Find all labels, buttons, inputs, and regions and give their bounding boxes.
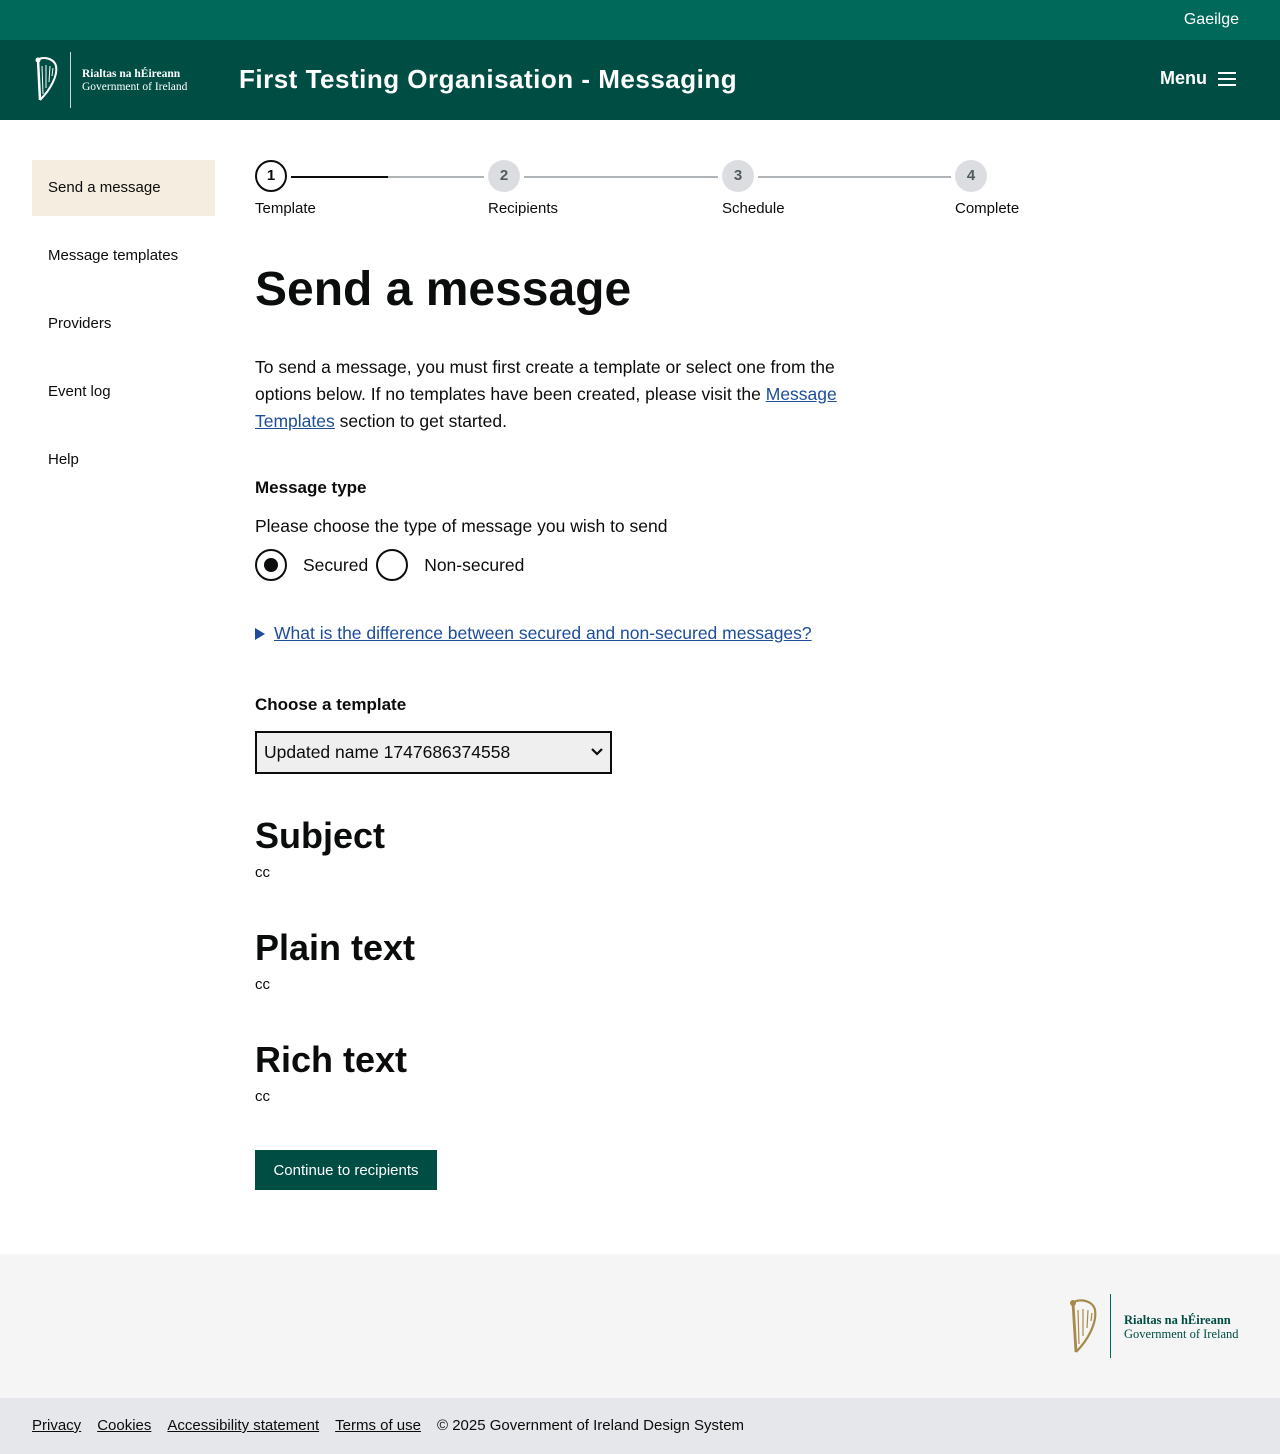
step-3-label: Schedule [722,200,785,217]
rich-text-heading: Rich text [255,1039,408,1080]
intro-paragraph: To send a message, you must first create… [255,354,895,435]
plain-text-heading: Plain text [255,927,416,968]
message-type-radio-group: Secured Non-secured [255,549,532,581]
plain-text-value: cc [255,976,270,993]
subject-heading: Subject [255,815,386,856]
disclosure-triangle-icon [255,627,265,640]
footer-links: Privacy Cookies Accessibility statement … [32,1417,744,1434]
intro-text-before: To send a message, you must first create… [255,357,835,404]
logo-divider [70,52,71,108]
step-2-label: Recipients [488,200,559,217]
footer-link-terms[interactable]: Terms of use [335,1417,421,1434]
sidebar-item-message-templates[interactable]: Message templates [32,228,215,284]
menu-label: Menu [1160,68,1207,88]
footer-government-logo[interactable]: Rialtas na hÉireann Government of Irelan… [1066,1294,1256,1358]
menu-button[interactable]: Menu [1160,68,1237,89]
step-4-number: 4 [955,160,987,192]
radio-non-secured-label[interactable]: Non-secured [424,555,524,576]
step-1-number: 1 [255,160,287,192]
template-select-value: Updated name 1747686374558 [264,742,511,762]
step-3-number: 3 [722,160,754,192]
template-select[interactable]: Updated name 1747686374558 [255,731,612,774]
site-header: Rialtas na hÉireann Government of Irelan… [0,40,1280,120]
subject-value: cc [255,864,270,881]
footer-link-privacy[interactable]: Privacy [32,1417,81,1434]
sidebar-item-event-log[interactable]: Event log [32,364,215,420]
step-connector-done [291,176,388,178]
details-summary-text[interactable]: What is the difference between secured a… [274,623,812,644]
sidebar-item-send-message[interactable]: Send a message [32,160,215,216]
message-type-hint: Please choose the type of message you wi… [255,516,668,536]
sidebar-nav: Send a message Message templates Provide… [32,160,215,500]
step-2-number: 2 [488,160,520,192]
app-title: First Testing Organisation - Messaging [239,64,738,94]
footer-logo-area: Rialtas na hÉireann Government of Irelan… [0,1254,1280,1398]
step-4-label: Complete [955,200,1020,217]
sidebar-item-help[interactable]: Help [32,432,215,488]
harp-icon [35,57,58,101]
footer-link-cookies[interactable]: Cookies [97,1417,151,1434]
radio-secured-circle[interactable] [255,549,287,581]
radio-selected-dot [264,558,278,572]
radio-secured-label[interactable]: Secured [303,555,368,576]
harp-icon [1070,1299,1097,1353]
step-connector-3 [758,176,951,178]
continue-to-recipients-button[interactable]: Continue to recipients [255,1150,437,1190]
language-bar: Gaeilge [0,0,1280,40]
footer-copyright: © 2025 Government of Ireland Design Syst… [437,1417,745,1434]
step-1-label: Template [255,200,316,217]
step-connector-2 [524,176,718,178]
message-type-label: Message type [255,478,367,497]
footer-links-bar: Privacy Cookies Accessibility statement … [0,1398,1280,1454]
footer-logo-text-irish: Rialtas na hÉireann [1124,1313,1231,1327]
template-select-label: Choose a template [255,695,407,714]
progress-stepper: 1 Template 2 Recipients 3 Schedule 4 Com… [255,160,1035,220]
footer-logo-text-english: Government of Ireland [1124,1327,1239,1341]
chevron-down-icon [591,748,603,756]
hamburger-icon [1218,71,1236,86]
radio-non-secured-circle[interactable] [376,549,409,581]
radio-non-secured[interactable]: Non-secured [376,549,532,581]
intro-text-after: section to get started. [334,411,507,431]
page-title: Send a message [255,263,632,316]
logo-text-english: Government of Ireland [82,81,188,93]
logo-text-irish: Rialtas na hÉireann [82,68,181,80]
radio-secured[interactable]: Secured [255,549,376,581]
government-logo[interactable]: Rialtas na hÉireann Government of Irelan… [32,52,202,108]
rich-text-value: cc [255,1088,270,1105]
step-connector-1 [388,176,484,178]
sidebar-item-providers[interactable]: Providers [32,296,215,352]
language-switch-link[interactable]: Gaeilge [1184,11,1239,29]
footer-logo-divider [1110,1294,1111,1358]
secured-difference-details[interactable]: What is the difference between secured a… [255,623,812,644]
footer-link-accessibility[interactable]: Accessibility statement [167,1417,319,1434]
